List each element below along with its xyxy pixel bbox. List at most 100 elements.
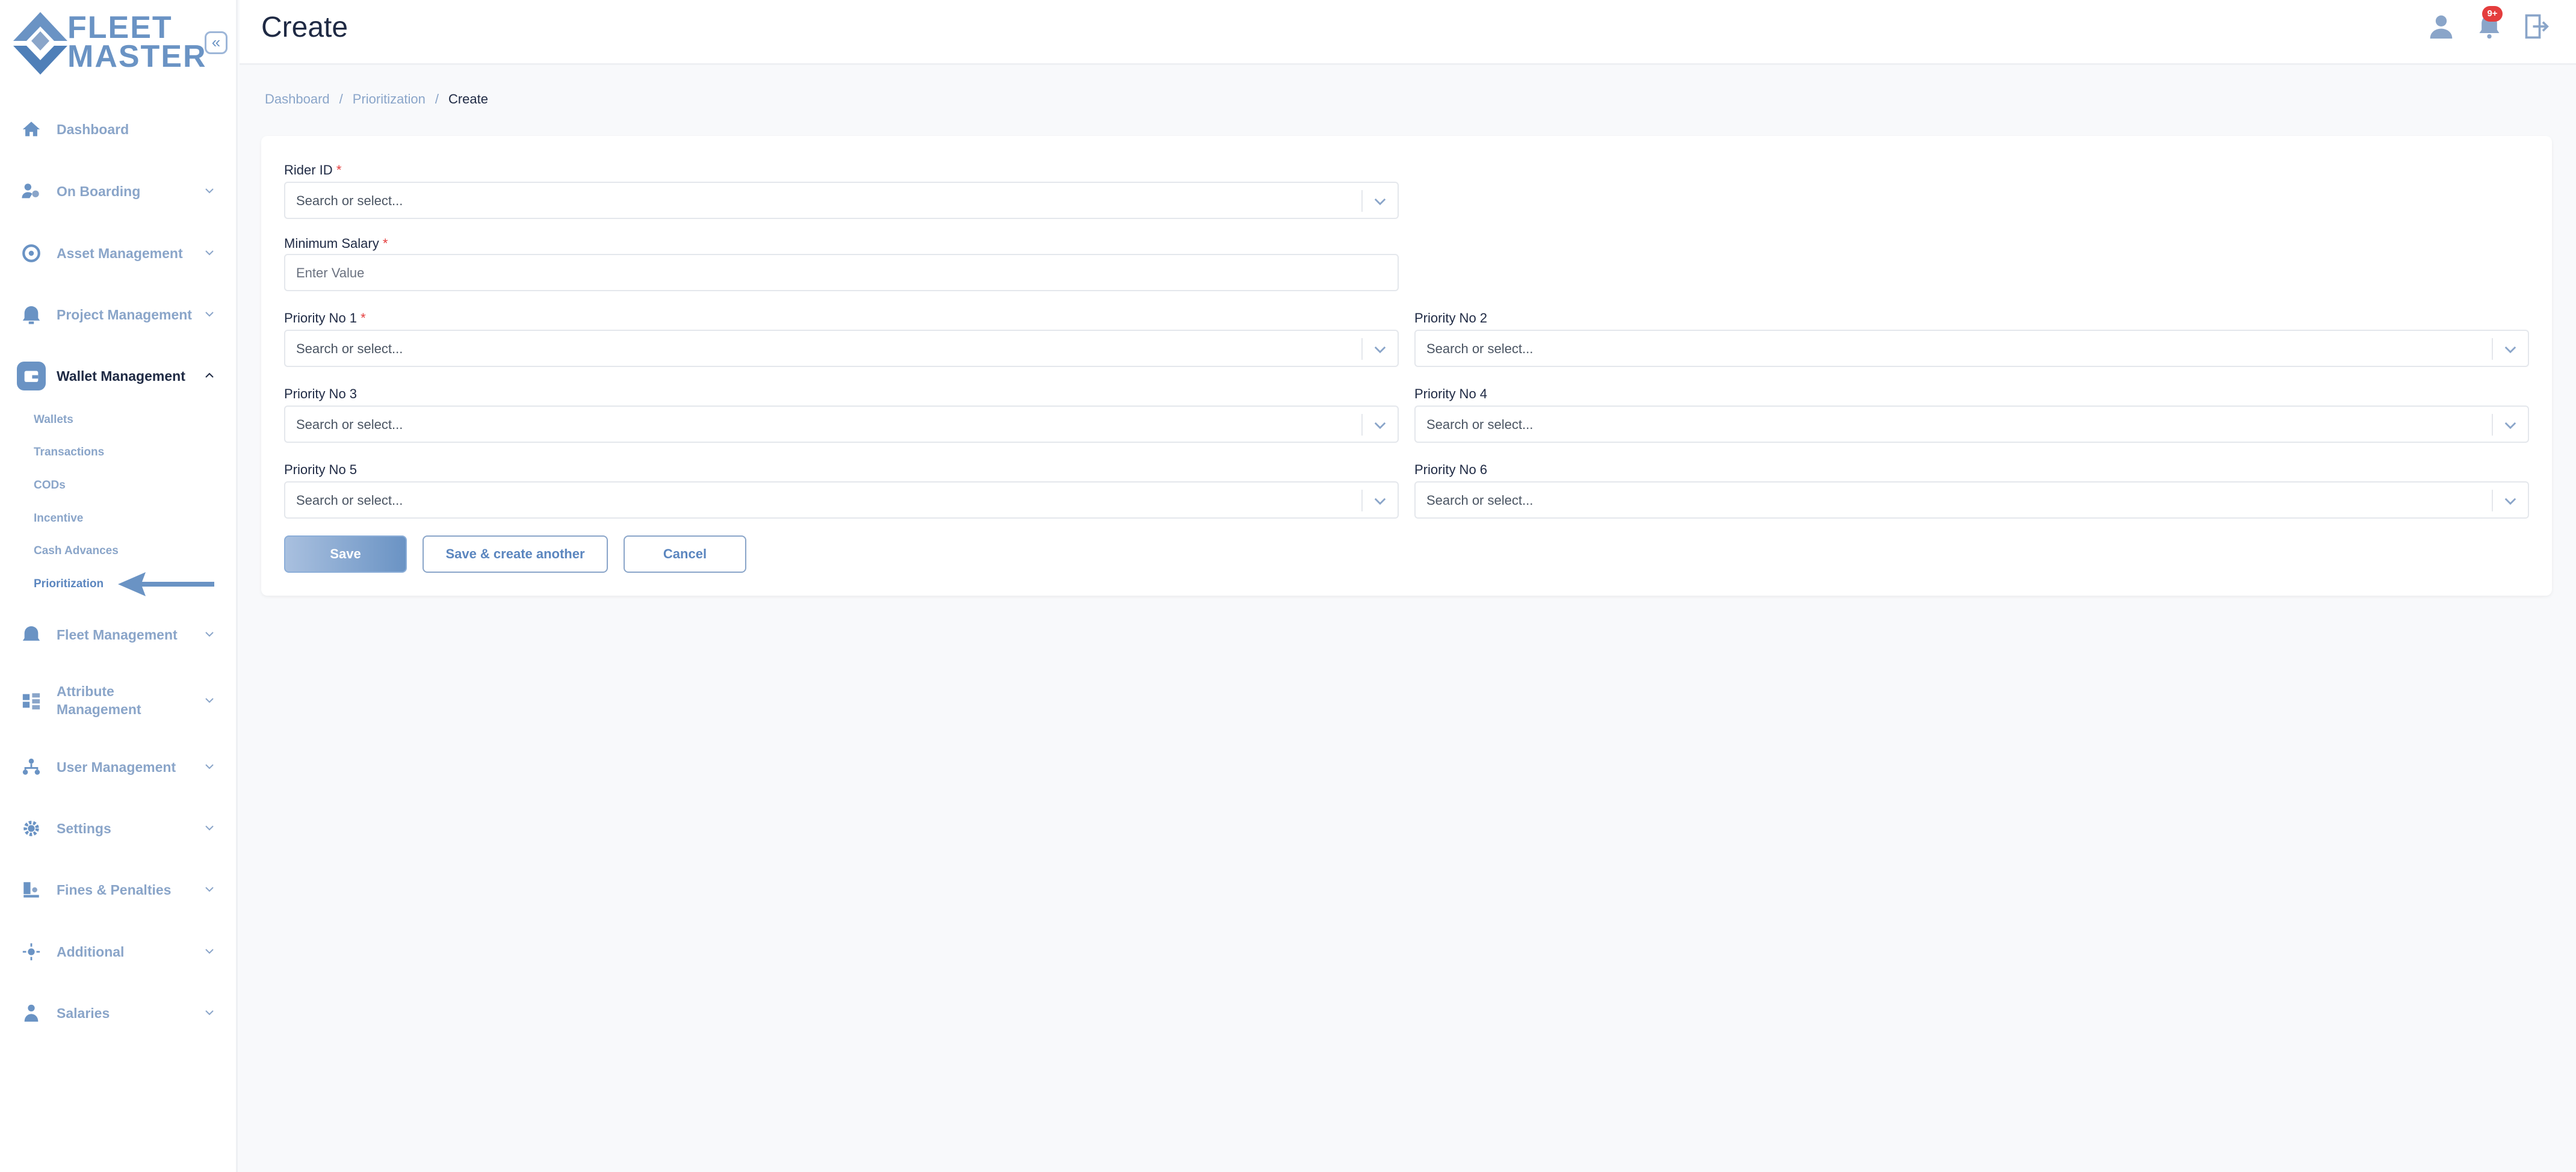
sidebar-item-fleet-management[interactable]: Fleet Management: [13, 616, 224, 653]
chevron-down-icon: [205, 825, 214, 831]
sidebar-item-settings[interactable]: Settings: [13, 810, 224, 847]
breadcrumb: Dashboard / Prioritization / Create: [265, 91, 488, 107]
chevron-down-icon: [205, 632, 214, 637]
save-button[interactable]: Save: [284, 535, 407, 573]
chevron-down-icon[interactable]: [1373, 495, 1387, 508]
notification-badge: 9+: [2482, 6, 2503, 22]
priority-1-label: Priority No 1 *: [284, 310, 366, 326]
priority-5-select[interactable]: Search or select...: [284, 481, 1399, 519]
sidebar-subitem-wallets[interactable]: Wallets: [34, 413, 73, 427]
sidebar-item-on-boarding[interactable]: On Boarding: [13, 173, 224, 210]
minimum-salary-placeholder: Enter Value: [296, 265, 365, 280]
cancel-button[interactable]: Cancel: [624, 535, 746, 573]
fines-icon: [17, 875, 46, 904]
sidebar-item-salaries[interactable]: Salaries: [13, 995, 224, 1032]
priority-2-label: Priority No 2: [1414, 310, 1487, 326]
required-asterisk: *: [361, 310, 366, 325]
wallet-icon: [17, 362, 46, 390]
chevron-up-icon: [205, 372, 214, 378]
priority-6-label: Priority No 6: [1414, 462, 1487, 478]
sidebar-item-fines-penalties[interactable]: Fines & Penalties: [13, 871, 224, 908]
rider-id-label: Rider ID *: [284, 162, 341, 178]
priority-2-label-text: Priority No 2: [1414, 310, 1488, 325]
sidebar-item-wallet-management[interactable]: Wallet Management: [13, 357, 224, 395]
priority-1-select[interactable]: Search or select...: [284, 330, 1399, 367]
select-separator: [1361, 338, 1363, 360]
project-icon: [17, 300, 46, 329]
onboarding-icon: [17, 177, 46, 206]
sidebar-item-label: Asset Management: [57, 245, 183, 261]
logo-text: FLEET MASTER: [67, 12, 207, 74]
sidebar-item-label: Fleet Management: [57, 627, 178, 643]
priority-5-placeholder: Search or select...: [296, 493, 403, 508]
chevron-down-icon[interactable]: [1373, 343, 1387, 356]
logout-icon[interactable]: [2523, 13, 2550, 40]
sidebar: FLEET MASTER « Dashboard On Boarding Ass…: [0, 0, 238, 1172]
priority-2-select[interactable]: Search or select...: [1414, 330, 2529, 367]
sidebar-item-asset-management[interactable]: Asset Management: [13, 235, 224, 272]
select-separator: [2492, 490, 2493, 511]
sidebar-subitem-prioritization[interactable]: Prioritization: [34, 578, 104, 591]
priority-2-placeholder: Search or select...: [1426, 341, 1534, 356]
priority-6-placeholder: Search or select...: [1426, 493, 1534, 508]
asset-icon: [17, 239, 46, 268]
sidebar-item-label-line-1: Attribute: [57, 683, 114, 699]
sidebar-item-label: Project Management: [57, 307, 192, 322]
priority-3-label-text: Priority No 3: [284, 386, 358, 401]
priority-6-select[interactable]: Search or select...: [1414, 481, 2529, 519]
chevron-down-icon: [205, 949, 214, 954]
attribute-icon: [17, 686, 46, 715]
collapse-sidebar-button[interactable]: «: [205, 31, 228, 54]
top-bar: Create: [240, 0, 2576, 65]
sidebar-subitem-incentive[interactable]: Incentive: [34, 512, 83, 525]
sidebar-item-project-management[interactable]: Project Management: [13, 296, 224, 333]
select-separator: [2492, 414, 2493, 436]
priority-1-placeholder: Search or select...: [296, 341, 403, 356]
sidebar-item-attribute-management[interactable]: Attribute Management: [13, 675, 224, 727]
sidebar-subitem-cash-advances[interactable]: Cash Advances: [34, 544, 119, 558]
chevron-down-icon[interactable]: [1373, 195, 1387, 208]
rider-id-select[interactable]: Search or select...: [284, 182, 1399, 219]
chevron-down-icon[interactable]: [2504, 419, 2517, 432]
breadcrumb-dashboard[interactable]: Dashboard: [265, 91, 330, 107]
minimum-salary-label: Minimum Salary *: [284, 236, 388, 251]
priority-4-select[interactable]: Search or select...: [1414, 406, 2529, 443]
users-icon: [17, 753, 46, 782]
rider-id-label-text: Rider ID: [284, 162, 333, 177]
minimum-salary-label-text: Minimum Salary: [284, 236, 379, 251]
sidebar-item-label: On Boarding: [57, 184, 141, 199]
chevron-down-icon: [205, 764, 214, 770]
logo-line-2: MASTER: [67, 39, 207, 74]
page-title: Create: [261, 11, 348, 43]
user-profile-icon[interactable]: [2428, 13, 2454, 40]
sidebar-item-user-management[interactable]: User Management: [13, 748, 224, 786]
sidebar-item-label: Wallet Management: [57, 368, 185, 384]
sidebar-item-dashboard[interactable]: Dashboard: [13, 111, 224, 148]
sidebar-item-label-line-2: Management: [57, 702, 141, 717]
sidebar-subitem-cods[interactable]: CODs: [34, 479, 66, 492]
chevron-down-icon: [205, 250, 214, 256]
gear-icon: [17, 814, 46, 843]
priority-5-label-text: Priority No 5: [284, 462, 358, 477]
priority-4-placeholder: Search or select...: [1426, 417, 1534, 432]
required-asterisk: *: [382, 236, 388, 251]
minimum-salary-input[interactable]: Enter Value: [284, 254, 1399, 291]
priority-3-placeholder: Search or select...: [296, 417, 403, 432]
chevron-down-icon: [205, 312, 214, 317]
breadcrumb-prioritization[interactable]: Prioritization: [353, 91, 426, 107]
sidebar-item-label: Attribute Management: [57, 682, 141, 718]
required-asterisk: *: [336, 162, 342, 177]
fleet-master-logo[interactable]: FLEET MASTER: [13, 10, 206, 76]
sidebar-item-additional[interactable]: Additional: [13, 933, 224, 970]
chevron-down-icon[interactable]: [2504, 343, 2517, 356]
select-separator: [1361, 190, 1363, 212]
chevron-down-icon[interactable]: [1373, 419, 1387, 432]
sidebar-item-label: Dashboard: [57, 122, 129, 137]
fleet-icon: [17, 620, 46, 649]
chevron-down-icon[interactable]: [2504, 495, 2517, 508]
priority-3-select[interactable]: Search or select...: [284, 406, 1399, 443]
save-and-create-another-button[interactable]: Save & create another: [423, 535, 608, 573]
sidebar-item-label: Salaries: [57, 1005, 110, 1021]
chevron-down-icon: [205, 887, 214, 892]
sidebar-subitem-transactions[interactable]: Transactions: [34, 446, 104, 459]
